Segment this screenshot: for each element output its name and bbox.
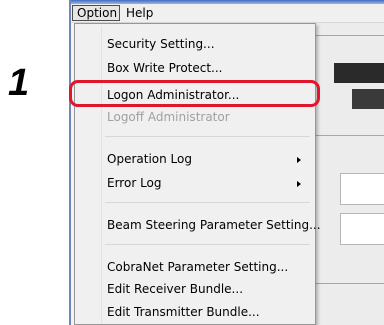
menu-separator: [105, 136, 310, 137]
menu-item-error-log[interactable]: Error Log: [107, 172, 162, 194]
panel-divider: [312, 135, 384, 136]
menu-item-logoff-administrator: Logoff Administrator: [107, 110, 230, 124]
panel-divider: [312, 283, 384, 284]
submenu-arrow-icon: [297, 157, 301, 163]
menubar: Option Help: [71, 4, 384, 23]
screenshot-root: 1 Option Help Security Setting... Box Wr…: [0, 0, 384, 325]
menubar-help[interactable]: Help: [122, 5, 162, 21]
menubar-option[interactable]: Option: [72, 5, 120, 21]
panel-box: [340, 173, 384, 205]
window-left-border: [69, 0, 71, 325]
menu-icon-gutter: [77, 26, 102, 324]
step-number: 1: [8, 62, 30, 104]
panel-divider: [312, 35, 384, 36]
menu-item-operation-log[interactable]: Operation Log: [107, 148, 192, 170]
menu-item-security-setting[interactable]: Security Setting...: [107, 33, 215, 55]
menu-separator: [105, 244, 310, 245]
background-panel: [312, 23, 384, 325]
option-dropdown-menu: Security Setting... Box Write Protect...…: [74, 23, 321, 325]
menu-item-beam-steering-parameter-setting[interactable]: Beam Steering Parameter Setting...: [107, 214, 321, 236]
menu-separator: [105, 202, 310, 203]
highlight-callout: [69, 80, 320, 107]
menu-item-box-write-protect[interactable]: Box Write Protect...: [107, 57, 223, 79]
panel-dark-block: [334, 63, 384, 83]
panel-dark-block: [352, 89, 384, 109]
submenu-arrow-icon: [297, 181, 301, 187]
menu-item-cobranet-parameter-setting[interactable]: CobraNet Parameter Setting...: [107, 256, 288, 278]
panel-box: [340, 213, 384, 245]
menu-item-edit-transmitter-bundle[interactable]: Edit Transmitter Bundle...: [107, 301, 260, 323]
menu-item-edit-receiver-bundle[interactable]: Edit Receiver Bundle...: [107, 278, 243, 300]
